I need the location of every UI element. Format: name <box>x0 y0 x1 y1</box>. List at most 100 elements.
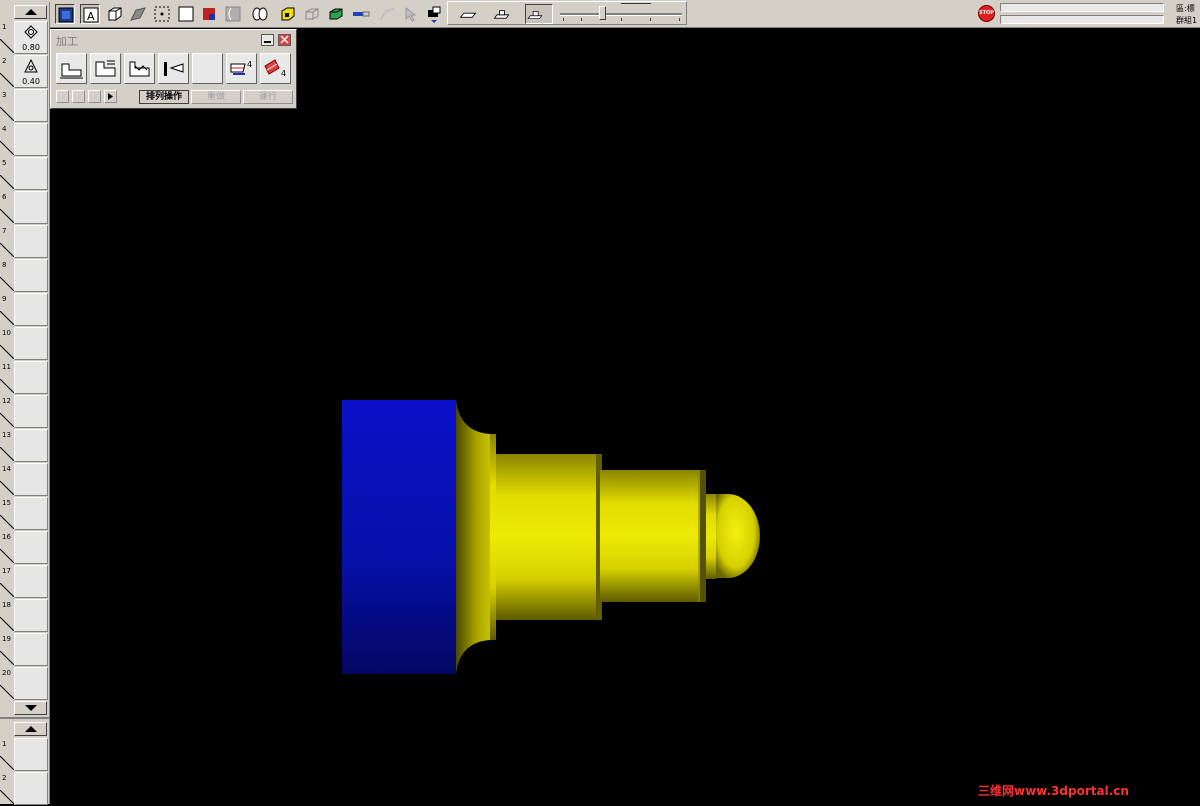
tool-slot-box[interactable] <box>14 565 48 598</box>
tool-slot-box[interactable] <box>14 599 48 632</box>
stepped-plate-icon[interactable] <box>492 4 516 24</box>
tool-slot-box[interactable]: 0.40 <box>14 55 48 88</box>
slot-number: 19 <box>2 635 11 643</box>
tool-slot[interactable]: 3 <box>0 89 49 123</box>
solid-cube-button[interactable] <box>278 4 298 24</box>
tool-slot-box[interactable] <box>14 191 48 224</box>
curve-button[interactable] <box>223 4 243 24</box>
cylinder-button[interactable] <box>250 4 270 24</box>
shaded-surface-button[interactable] <box>128 4 148 24</box>
tool-slot-box[interactable] <box>14 531 48 564</box>
tool-slot-box[interactable] <box>14 225 48 258</box>
tool-slot[interactable]: 2 0.40 <box>0 55 49 89</box>
slot-diagonal <box>0 141 14 155</box>
scroll-up-button[interactable] <box>14 5 47 19</box>
status-zone: 區:標 <box>1176 4 1195 13</box>
frame-view-button[interactable] <box>55 4 75 24</box>
tool-display-button[interactable] <box>351 4 371 24</box>
step-medium-diameter <box>600 470 700 602</box>
tool-slot-box[interactable] <box>14 361 48 394</box>
tool-slot[interactable]: 20 <box>0 667 49 701</box>
tool-slot-box[interactable] <box>14 293 48 326</box>
tool-slot[interactable]: 18 <box>0 599 49 633</box>
tool-list: 1 0.80 2 0.40 3 4 5 6 7 8 9 10 11 12 13 14 15 16 17 18 19 20 … <box>0 2 50 806</box>
slot-diagonal <box>0 790 14 804</box>
tool-slot-box[interactable] <box>14 259 48 292</box>
tool-slot[interactable]: 19 <box>0 633 49 667</box>
slot-number: 4 <box>2 125 7 133</box>
tool-slot[interactable]: 5 <box>0 157 49 191</box>
tool-slot-box[interactable] <box>14 738 48 771</box>
part-viewport[interactable] <box>50 27 1200 804</box>
tool-slot[interactable]: 17 <box>0 565 49 599</box>
wireframe-button[interactable] <box>302 4 322 24</box>
section-view-button[interactable] <box>199 4 219 24</box>
tool-slot-box[interactable] <box>14 89 48 122</box>
triangle-down-icon <box>24 705 37 711</box>
slot-diagonal <box>0 549 14 563</box>
slot-number: 5 <box>2 159 7 167</box>
step-edge-2 <box>698 470 706 602</box>
status-group: 群組1 <box>1176 16 1198 25</box>
tool-slot-box[interactable] <box>14 497 48 530</box>
tool-slot-box[interactable] <box>14 429 48 462</box>
slot-number: 8 <box>2 261 7 269</box>
slot-number: 16 <box>2 533 11 541</box>
lower-scroll-up-button[interactable] <box>14 722 47 736</box>
tool-slot[interactable]: 8 <box>0 259 49 293</box>
rectangle-button[interactable] <box>176 4 196 24</box>
svg-text:A: A <box>87 10 95 23</box>
tool-slot[interactable]: 2 <box>0 772 49 806</box>
slot-number: 18 <box>2 601 11 609</box>
neck <box>706 494 716 579</box>
slot-number: 1 <box>2 23 7 31</box>
slot-diagonal <box>0 345 14 359</box>
stop-button[interactable]: STOP <box>978 5 995 22</box>
tool-slot[interactable]: 1 <box>0 738 49 772</box>
tool-slot[interactable]: 11 <box>0 361 49 395</box>
tool-slot-box[interactable] <box>14 157 48 190</box>
toolpath-curve-button[interactable] <box>378 4 398 24</box>
tool-slot[interactable]: 15 <box>0 497 49 531</box>
tool-slot-box[interactable] <box>14 327 48 360</box>
tool-slot-box[interactable] <box>14 463 48 496</box>
progress-bar-bottom <box>1000 15 1164 24</box>
slot-diagonal <box>0 756 14 770</box>
flat-plate-icon[interactable] <box>458 4 482 24</box>
triangle-up-icon <box>24 9 37 15</box>
tool-slot-box[interactable] <box>14 772 48 805</box>
tool-slot[interactable]: 16 <box>0 531 49 565</box>
slot-diagonal <box>0 107 14 121</box>
tool-slot[interactable]: 6 <box>0 191 49 225</box>
tool-slot[interactable]: 14 <box>0 463 49 497</box>
raised-plate-icon[interactable] <box>525 4 553 24</box>
step-large-diameter <box>496 454 596 620</box>
watermark: 三维网www.3dportal.cn <box>978 784 1129 798</box>
tool-slot[interactable]: 1 0.80 <box>0 21 49 55</box>
slot-number: 3 <box>2 91 7 99</box>
tool-slot-box[interactable]: 0.80 <box>14 21 48 54</box>
tool-slot-box[interactable] <box>14 395 48 428</box>
tool-slot-box[interactable] <box>14 667 48 700</box>
tool-slot[interactable]: 9 <box>0 293 49 327</box>
text-annotation-button[interactable]: A <box>80 4 100 24</box>
pointer-button[interactable] <box>401 4 421 24</box>
tool-slot[interactable]: 10 <box>0 327 49 361</box>
tool-slot[interactable]: 13 <box>0 429 49 463</box>
speed-slider-track[interactable] <box>560 13 682 16</box>
tool-slot-box[interactable] <box>14 123 48 156</box>
tool-slot-box[interactable] <box>14 633 48 666</box>
slot-diagonal <box>0 311 14 325</box>
tool-slot[interactable]: 7 <box>0 225 49 259</box>
layer-dropdown-button[interactable] <box>424 4 444 24</box>
tool-slot[interactable]: 4 <box>0 123 49 157</box>
box-view-button[interactable] <box>105 4 125 24</box>
slot-number: 12 <box>2 397 11 405</box>
speed-slider-thumb[interactable] <box>599 6 606 20</box>
fillet-shoulder <box>456 400 490 674</box>
shaded-cube-button[interactable] <box>326 4 346 24</box>
point-select-button[interactable] <box>152 4 172 24</box>
tool-slot[interactable]: 12 <box>0 395 49 429</box>
slot-diagonal <box>0 515 14 529</box>
scroll-down-button[interactable] <box>14 701 47 715</box>
